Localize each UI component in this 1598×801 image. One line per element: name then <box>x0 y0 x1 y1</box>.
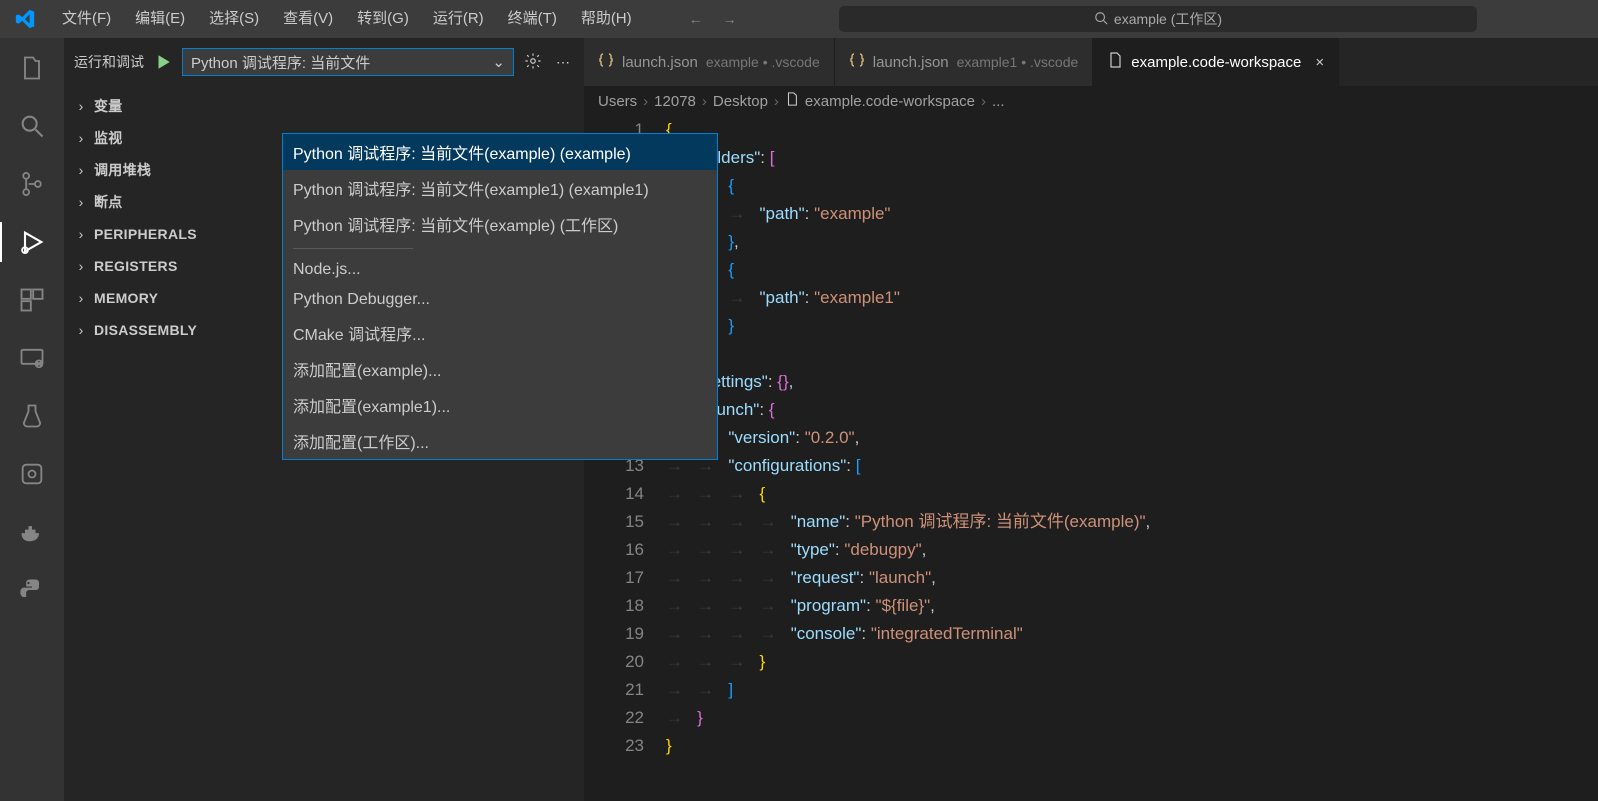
menu-file[interactable]: 文件(F) <box>50 0 123 38</box>
code-editor[interactable]: 1 2 3 4 5 6 7 8 9 10 11 12 13 14 15 16 1… <box>584 116 1598 760</box>
menu-view[interactable]: 查看(V) <box>271 0 345 38</box>
menu-select[interactable]: 选择(S) <box>197 0 271 38</box>
debug-config-select[interactable]: Python 调试程序: 当前文件 ⌄ <box>182 48 514 76</box>
file-icon <box>785 92 799 110</box>
editor-tab[interactable]: launch.json example1 • .vscode <box>835 38 1094 86</box>
search-icon <box>1094 11 1108 28</box>
breadcrumb-item[interactable]: Users <box>598 93 637 110</box>
chevron-down-icon: ⌄ <box>492 53 505 71</box>
dropdown-item[interactable]: 添加配置(example)... <box>283 351 717 387</box>
gear-icon[interactable] <box>522 52 544 73</box>
section-variables[interactable]: ›变量 <box>64 90 584 122</box>
activity-search-icon[interactable] <box>8 106 56 146</box>
menu-edit[interactable]: 编辑(E) <box>123 0 197 38</box>
dropdown-item[interactable]: Python 调试程序: 当前文件(example) (工作区) <box>283 206 717 242</box>
debug-config-label: Python 调试程序: 当前文件 <box>191 52 370 73</box>
json-file-icon <box>598 52 614 72</box>
search-text: example (工作区) <box>1114 9 1222 29</box>
tab-sublabel: example • .vscode <box>706 54 820 70</box>
breadcrumb[interactable]: Users› 12078› Desktop› example.code-work… <box>584 86 1598 116</box>
tab-label: launch.json <box>873 54 949 71</box>
activity-extensions-icon[interactable] <box>8 280 56 320</box>
dropdown-item[interactable]: 添加配置(工作区)... <box>283 423 717 459</box>
dropdown-separator <box>293 248 413 249</box>
activity-docker-icon[interactable] <box>8 512 56 552</box>
debug-config-dropdown: Python 调试程序: 当前文件(example) (example) Pyt… <box>282 133 718 460</box>
dropdown-item[interactable]: Python Debugger... <box>283 285 717 315</box>
json-file-icon <box>849 52 865 72</box>
tab-label: example.code-workspace <box>1131 54 1301 71</box>
activity-python-icon[interactable] <box>8 570 56 610</box>
dropdown-item[interactable]: Python 调试程序: 当前文件(example1) (example1) <box>283 170 717 206</box>
activity-scm-icon[interactable] <box>8 164 56 204</box>
breadcrumb-item[interactable]: Desktop <box>713 93 768 110</box>
nav-back-icon[interactable]: ← <box>684 7 708 31</box>
activity-misc-icon[interactable] <box>8 454 56 494</box>
dropdown-item[interactable]: Node.js... <box>283 255 717 285</box>
editor-tabs: launch.json example • .vscode launch.jso… <box>584 38 1598 86</box>
menu-terminal[interactable]: 终端(T) <box>496 0 569 38</box>
dropdown-item[interactable]: CMake 调试程序... <box>283 315 717 351</box>
vscode-logo-icon <box>0 8 50 30</box>
activity-bar <box>0 38 64 801</box>
breadcrumb-item[interactable]: ... <box>992 93 1005 110</box>
title-bar: 文件(F) 编辑(E) 选择(S) 查看(V) 转到(G) 运行(R) 终端(T… <box>0 0 1598 38</box>
breadcrumb-item[interactable]: 12078 <box>654 93 696 110</box>
command-center[interactable]: example (工作区) <box>838 5 1478 33</box>
code-content[interactable]: { → "folders": [ → → { → → → "path": "ex… <box>666 116 1598 760</box>
activity-explorer-icon[interactable] <box>8 48 56 88</box>
editor-tab-active[interactable]: example.code-workspace × <box>1093 38 1339 86</box>
file-icon <box>1107 52 1123 72</box>
menu-help[interactable]: 帮助(H) <box>569 0 644 38</box>
editor-tab[interactable]: launch.json example • .vscode <box>584 38 835 86</box>
activity-testing-icon[interactable] <box>8 396 56 436</box>
menu-bar: 文件(F) 编辑(E) 选择(S) 查看(V) 转到(G) 运行(R) 终端(T… <box>50 0 644 38</box>
run-and-debug-sidebar: 运行和调试 Python 调试程序: 当前文件 ⌄ ⋯ ›变量 ›监视 ›调用堆… <box>64 38 584 801</box>
dropdown-item[interactable]: 添加配置(example1)... <box>283 387 717 423</box>
debug-title: 运行和调试 <box>74 52 144 72</box>
nav-forward-icon[interactable]: → <box>718 7 742 31</box>
dropdown-item[interactable]: Python 调试程序: 当前文件(example) (example) <box>283 134 717 170</box>
tab-sublabel: example1 • .vscode <box>957 54 1079 70</box>
editor-area: launch.json example • .vscode launch.jso… <box>584 38 1598 801</box>
activity-run-debug-icon[interactable] <box>8 222 56 262</box>
menu-go[interactable]: 转到(G) <box>345 0 421 38</box>
breadcrumb-item[interactable]: example.code-workspace <box>805 93 975 110</box>
start-debug-icon[interactable] <box>152 51 174 73</box>
more-icon[interactable]: ⋯ <box>552 54 574 71</box>
menu-run[interactable]: 运行(R) <box>421 0 496 38</box>
activity-remote-icon[interactable] <box>8 338 56 378</box>
close-icon[interactable]: × <box>1315 54 1324 71</box>
nav-buttons: ← → <box>684 7 742 31</box>
debug-header: 运行和调试 Python 调试程序: 当前文件 ⌄ ⋯ <box>64 38 584 86</box>
tab-label: launch.json <box>622 54 698 71</box>
